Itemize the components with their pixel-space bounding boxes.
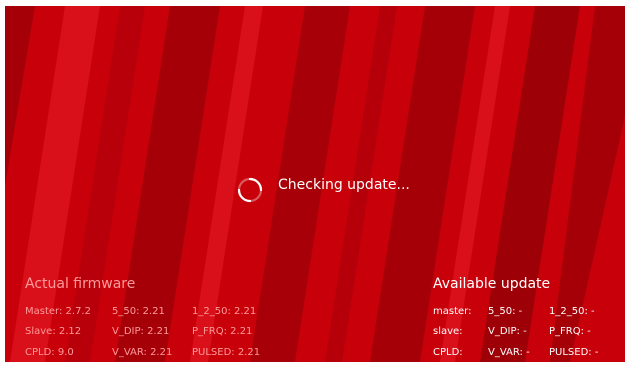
firmware-update-screen: Checking update... Actual firmware Maste… (5, 6, 625, 362)
actual-1-2-50-version: 1_2_50: 2.21 (192, 306, 257, 317)
update-slave-version: slave: (433, 326, 463, 337)
update-master-version: master: (433, 306, 472, 317)
actual-firmware-title: Actual firmware (25, 276, 136, 292)
update-v-var-version: V_VAR: - (488, 347, 530, 358)
update-v-dip-version: V_DIP: - (488, 326, 527, 337)
actual-cpld-version: CPLD: 9.0 (25, 347, 74, 358)
update-1-2-50-version: 1_2_50: - (549, 306, 595, 317)
loading-spinner-icon (236, 176, 264, 204)
actual-master-version: Master: 2.7.2 (25, 306, 91, 317)
update-p-frq-version: P_FRQ: - (549, 326, 591, 337)
status-text: Checking update... (278, 177, 410, 193)
actual-5-50-version: 5_50: 2.21 (112, 306, 165, 317)
available-update-title: Available update (433, 276, 551, 292)
actual-slave-version: Slave: 2.12 (25, 326, 82, 337)
update-pulsed-version: PULSED: - (549, 347, 599, 358)
update-5-50-version: 5_50: - (488, 306, 523, 317)
update-cpld-version: CPLD: (433, 347, 463, 358)
actual-v-var-version: V_VAR: 2.21 (112, 347, 173, 358)
actual-pulsed-version: PULSED: 2.21 (192, 347, 261, 358)
actual-v-dip-version: V_DIP: 2.21 (112, 326, 170, 337)
actual-p-frq-version: P_FRQ: 2.21 (192, 326, 253, 337)
